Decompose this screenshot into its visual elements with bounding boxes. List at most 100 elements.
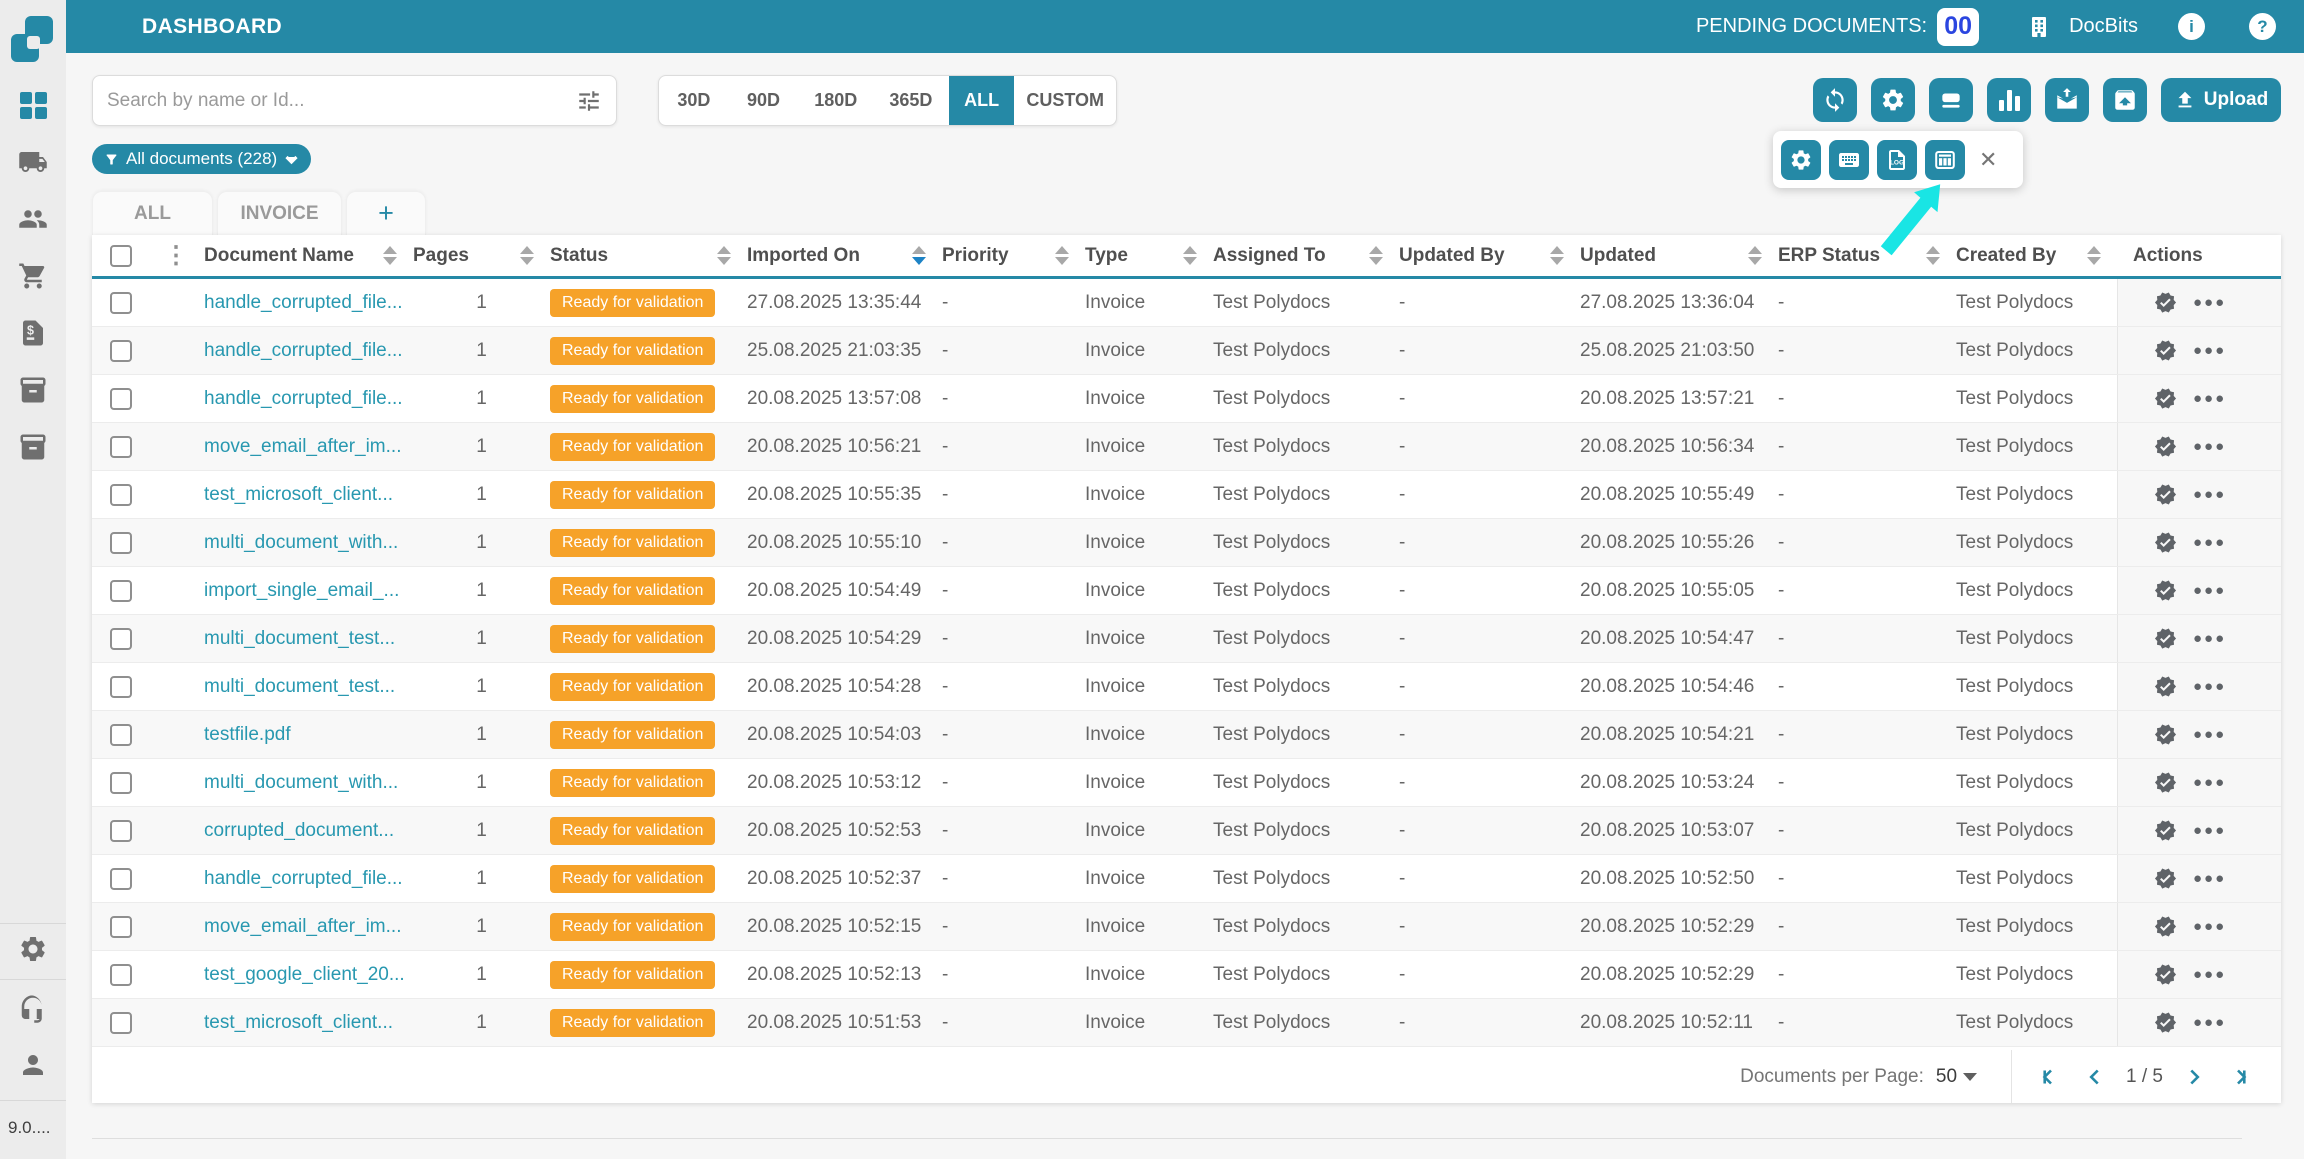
info-icon[interactable]: i <box>2178 13 2205 40</box>
row-checkbox[interactable] <box>110 436 132 458</box>
document-link[interactable]: test_microsoft_client... <box>204 1012 393 1033</box>
row-checkbox[interactable] <box>110 292 132 314</box>
settings-gear-icon[interactable] <box>18 934 48 964</box>
document-link[interactable]: handle_corrupted_file... <box>204 340 403 361</box>
invoice-document-icon[interactable]: $ <box>18 318 48 348</box>
popup-columns-button[interactable] <box>1925 140 1965 180</box>
sort-arrows[interactable] <box>520 246 534 265</box>
verified-seal-icon[interactable] <box>2154 387 2177 410</box>
previous-page-icon[interactable] <box>2082 1064 2108 1090</box>
verified-seal-icon[interactable] <box>2154 291 2177 314</box>
popup-keyboard-button[interactable] <box>1829 140 1869 180</box>
scanner-button[interactable] <box>1929 78 1973 122</box>
sort-arrows[interactable] <box>1369 246 1383 265</box>
verified-seal-icon[interactable] <box>2154 1011 2177 1034</box>
row-checkbox[interactable] <box>110 532 132 554</box>
verified-seal-icon[interactable] <box>2154 675 2177 698</box>
verified-seal-icon[interactable] <box>2154 339 2177 362</box>
row-menu-ellipsis-icon[interactable]: ●●● <box>2193 822 2226 839</box>
document-link[interactable]: move_email_after_im... <box>204 436 401 457</box>
document-link[interactable]: multi_document_test... <box>204 676 395 697</box>
row-checkbox[interactable] <box>110 868 132 890</box>
help-icon[interactable]: ? <box>2249 13 2276 40</box>
export-box-button[interactable] <box>2103 78 2147 122</box>
row-menu-ellipsis-icon[interactable]: ●●● <box>2193 630 2226 647</box>
search-input[interactable] <box>93 90 576 112</box>
filter-custom-button[interactable]: CUSTOM <box>1014 76 1116 125</box>
app-logo-icon[interactable] <box>0 10 66 76</box>
sort-arrows[interactable] <box>1550 246 1564 265</box>
tab-all[interactable]: ALL <box>92 191 213 235</box>
users-icon[interactable] <box>18 204 48 234</box>
row-menu-ellipsis-icon[interactable]: ●●● <box>2193 390 2226 407</box>
verified-seal-icon[interactable] <box>2154 531 2177 554</box>
all-documents-filter-pill[interactable]: All documents (228) <box>92 144 311 174</box>
package-box-icon[interactable] <box>18 375 48 405</box>
document-link[interactable]: corrupted_document... <box>204 820 394 841</box>
verified-seal-icon[interactable] <box>2154 915 2177 938</box>
document-link[interactable]: move_email_after_im... <box>204 916 401 937</box>
sort-arrows[interactable] <box>2087 246 2101 265</box>
tab-invoice[interactable]: INVOICE <box>217 191 342 235</box>
sort-arrows[interactable] <box>1183 246 1197 265</box>
last-page-icon[interactable] <box>2225 1064 2251 1090</box>
filter-365d-button[interactable]: 365D <box>873 76 949 125</box>
verified-seal-icon[interactable] <box>2154 723 2177 746</box>
popup-settings-button[interactable] <box>1781 140 1821 180</box>
row-checkbox[interactable] <box>110 388 132 410</box>
popup-close-icon[interactable]: ✕ <box>1979 149 1997 171</box>
verified-seal-icon[interactable] <box>2154 819 2177 842</box>
sort-arrows[interactable] <box>1748 246 1762 265</box>
verified-seal-icon[interactable] <box>2154 867 2177 890</box>
filter-all-button[interactable]: ALL <box>949 76 1015 125</box>
select-all-checkbox[interactable] <box>110 245 132 267</box>
row-menu-ellipsis-icon[interactable]: ●●● <box>2193 678 2226 695</box>
row-checkbox[interactable] <box>110 916 132 938</box>
row-menu-ellipsis-icon[interactable]: ●●● <box>2193 726 2226 743</box>
document-link[interactable]: test_microsoft_client... <box>204 484 393 505</box>
row-checkbox[interactable] <box>110 484 132 506</box>
popup-log-button[interactable]: LOG <box>1877 140 1917 180</box>
row-checkbox[interactable] <box>110 580 132 602</box>
row-menu-ellipsis-icon[interactable]: ●●● <box>2193 438 2226 455</box>
document-link[interactable]: testfile.pdf <box>204 724 291 745</box>
row-menu-ellipsis-icon[interactable]: ●●● <box>2193 918 2226 935</box>
filter-90d-button[interactable]: 90D <box>729 76 799 125</box>
first-page-icon[interactable] <box>2038 1064 2064 1090</box>
next-page-icon[interactable] <box>2181 1064 2207 1090</box>
document-link[interactable]: test_google_client_20... <box>204 964 405 985</box>
email-import-button[interactable] <box>2045 78 2089 122</box>
sort-arrows[interactable] <box>383 246 397 265</box>
document-link[interactable]: multi_document_with... <box>204 772 398 793</box>
row-menu-ellipsis-icon[interactable]: ●●● <box>2193 1014 2226 1031</box>
package-box-icon-2[interactable] <box>18 432 48 462</box>
row-checkbox[interactable] <box>110 772 132 794</box>
row-menu-ellipsis-icon[interactable]: ●●● <box>2193 534 2226 551</box>
row-checkbox[interactable] <box>110 724 132 746</box>
row-checkbox[interactable] <box>110 676 132 698</box>
profile-person-icon[interactable] <box>18 1050 48 1080</box>
verified-seal-icon[interactable] <box>2154 579 2177 602</box>
verified-seal-icon[interactable] <box>2154 963 2177 986</box>
verified-seal-icon[interactable] <box>2154 771 2177 794</box>
refresh-button[interactable] <box>1813 78 1857 122</box>
row-menu-ellipsis-icon[interactable]: ●●● <box>2193 582 2226 599</box>
row-menu-ellipsis-icon[interactable]: ●●● <box>2193 486 2226 503</box>
row-checkbox[interactable] <box>110 820 132 842</box>
row-menu-ellipsis-icon[interactable]: ●●● <box>2193 966 2226 983</box>
dashboard-grid-icon[interactable] <box>18 90 48 120</box>
filter-180d-button[interactable]: 180D <box>798 76 873 125</box>
row-menu-ellipsis-icon[interactable]: ●●● <box>2193 294 2226 311</box>
sort-arrows[interactable] <box>717 246 731 265</box>
sort-arrows[interactable] <box>1926 246 1940 265</box>
shipping-truck-icon[interactable] <box>18 147 48 177</box>
add-tab-button[interactable]: + <box>346 191 426 235</box>
document-link[interactable]: multi_document_with... <box>204 532 398 553</box>
document-link[interactable]: multi_document_test... <box>204 628 395 649</box>
sort-arrows-active[interactable] <box>912 246 926 265</box>
upload-button[interactable]: Upload <box>2161 78 2281 122</box>
verified-seal-icon[interactable] <box>2154 627 2177 650</box>
per-page-select[interactable]: 50 <box>1936 1066 1977 1088</box>
kebab-menu-icon[interactable]: ⋮ <box>164 244 188 268</box>
row-menu-ellipsis-icon[interactable]: ●●● <box>2193 342 2226 359</box>
